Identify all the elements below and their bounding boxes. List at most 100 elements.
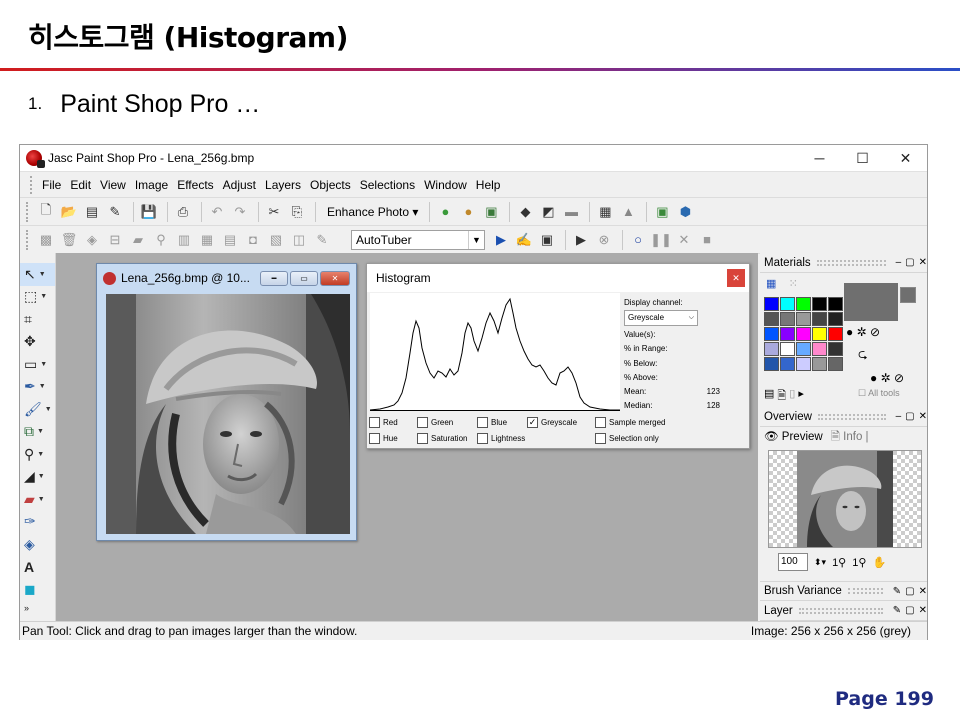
lighten-tool[interactable]: ◢ ▼	[20, 466, 55, 489]
frame-icon[interactable]: ▤	[220, 230, 240, 250]
close-button[interactable]: ✕	[884, 150, 927, 167]
lena-image[interactable]	[106, 294, 350, 534]
close-icon[interactable]: ✕	[919, 411, 927, 422]
image-window[interactable]: Lena_256g.bmp @ 10... ━ ▭ ✕	[96, 263, 357, 541]
group-icon[interactable]: ◈	[82, 230, 102, 250]
tab-info[interactable]: 🗎 Info |	[831, 429, 869, 448]
record-icon[interactable]: ○	[628, 230, 648, 250]
blue-checkbox[interactable]: Blue	[477, 416, 527, 428]
foreground-color[interactable]	[844, 283, 898, 321]
script-mode-icon[interactable]: ▣	[537, 230, 557, 250]
photo-fix-icon[interactable]: ▣	[481, 202, 501, 222]
shape-tool[interactable]: ◼	[20, 578, 55, 601]
run-script-icon[interactable]: ▶	[491, 230, 511, 250]
menu-file[interactable]: File	[42, 178, 61, 192]
menu-help[interactable]: Help	[476, 178, 501, 192]
script-select[interactable]: AutoTuber ▼	[351, 229, 485, 250]
histogram-titlebar[interactable]: Histogram ✕	[367, 264, 749, 292]
mask-icon[interactable]: ◘	[243, 230, 263, 250]
move-tool[interactable]: ✥	[20, 331, 55, 354]
triangle-icon[interactable]: ▲	[618, 202, 638, 222]
rect-select-tool[interactable]: ▭ ▼	[20, 353, 55, 376]
stop-x-icon[interactable]: ✕	[674, 230, 694, 250]
green-checkbox[interactable]: Green	[417, 416, 477, 428]
open-folder-icon[interactable]: 📂	[59, 202, 79, 222]
swatches-tab-icon[interactable]: ⁙	[789, 278, 798, 290]
browse-icon[interactable]: ▤	[82, 202, 102, 222]
sample-merged-checkbox[interactable]: Sample merged	[595, 416, 665, 428]
page-icon[interactable]: 🗎	[777, 387, 786, 406]
tools-grip[interactable]	[20, 253, 55, 263]
arrow-right-icon[interactable]: ▸	[798, 387, 804, 406]
dropper-tool[interactable]: ✒ ▼	[20, 376, 55, 399]
overview-preview[interactable]	[768, 450, 922, 548]
text-tool[interactable]: A	[20, 556, 55, 579]
histogram-icon[interactable]: ▦	[595, 202, 615, 222]
pattern-icon[interactable]: ✲	[881, 371, 891, 385]
pin-icon[interactable]: ✎	[893, 586, 901, 597]
menu-image[interactable]: Image	[135, 178, 168, 192]
pattern-icon[interactable]: ✲	[857, 325, 867, 339]
menu-effects[interactable]: Effects	[177, 178, 213, 192]
trash-icon[interactable]: ▯	[789, 387, 795, 406]
background-color[interactable]	[900, 287, 916, 303]
image-window-titlebar[interactable]: Lena_256g.bmp @ 10... ━ ▭ ✕	[97, 264, 356, 292]
minimize-button[interactable]: ─	[798, 150, 841, 167]
close-icon[interactable]: ✕	[919, 586, 927, 597]
merge-icon[interactable]: ⊟	[105, 230, 125, 250]
zoom-out-icon[interactable]: 1⚲	[832, 556, 846, 569]
clone-tool[interactable]: ⧉ ▼	[20, 421, 55, 444]
saturation-checkbox[interactable]: Saturation	[417, 432, 477, 444]
close-icon[interactable]: ✕	[919, 257, 927, 268]
minimize-icon[interactable]: –	[896, 411, 902, 422]
layer-palette-header[interactable]: Layer ✎ ▢ ✕	[760, 601, 927, 621]
scanner-icon[interactable]: ✎	[105, 202, 125, 222]
none-icon[interactable]: ⊘	[894, 371, 904, 385]
color-swatches[interactable]	[764, 297, 843, 371]
close-icon[interactable]: ✕	[919, 605, 927, 616]
minimize-icon[interactable]: –	[896, 257, 902, 268]
none-icon[interactable]: ⊘	[870, 325, 880, 339]
red-checkbox[interactable]: Red	[369, 416, 417, 428]
pan-hand-icon[interactable]: ✋	[872, 556, 886, 569]
more-tools-button[interactable]: »	[20, 601, 55, 615]
save-icon[interactable]: 💾	[139, 202, 159, 222]
toolbar-grip[interactable]	[26, 229, 30, 250]
rainbow-tab-icon[interactable]: ▦	[766, 278, 776, 290]
grid-icon[interactable]: ▥	[174, 230, 194, 250]
restore-icon[interactable]: ▢	[905, 586, 914, 597]
adjust-icon[interactable]: ◫	[289, 230, 309, 250]
selection-tool[interactable]: ⬚ ▼	[20, 286, 55, 309]
new-file-icon[interactable]: 🗋	[36, 202, 56, 222]
edit-script-icon[interactable]: ✍	[514, 230, 534, 250]
solid-icon[interactable]: ●	[846, 325, 853, 339]
find-icon[interactable]: ⚲	[151, 230, 171, 250]
layer-icon[interactable]: ◆	[515, 202, 535, 222]
delete-icon[interactable]: 🗑	[59, 230, 79, 250]
image-icon[interactable]: ▣	[652, 202, 672, 222]
open-icon[interactable]: ▰	[128, 230, 148, 250]
pin-icon[interactable]: ✎	[893, 605, 901, 616]
cube-icon[interactable]: ⬢	[675, 202, 695, 222]
menu-layers[interactable]: Layers	[265, 178, 301, 192]
lightness-checkbox[interactable]: Lightness	[477, 432, 595, 444]
all-tools-checkbox[interactable]: ☐ All tools	[858, 388, 900, 399]
enhance-photo-button[interactable]: Enhance Photo ▾	[321, 205, 424, 219]
greyscale-checkbox[interactable]: ✓ Greyscale	[527, 416, 595, 428]
brush-variance-palette-header[interactable]: Brush Variance ✎ ▢ ✕	[760, 581, 927, 601]
restore-icon[interactable]: ▢	[905, 411, 914, 422]
undo-icon[interactable]: ↶	[207, 202, 227, 222]
toolbar-grip[interactable]	[26, 201, 30, 222]
menu-adjust[interactable]: Adjust	[223, 178, 256, 192]
brush-tool[interactable]: 🖌 ▼	[20, 398, 55, 421]
image-restore-button[interactable]: ▭	[290, 270, 318, 286]
cut-icon[interactable]: ✂	[264, 202, 284, 222]
zoom-input[interactable]: 100	[778, 553, 808, 571]
restore-icon[interactable]: ▢	[905, 257, 914, 268]
zoom-tool[interactable]: ⚲ ▼	[20, 443, 55, 466]
cancel-icon[interactable]: ⊗	[594, 230, 614, 250]
monitor-icon[interactable]: ▬	[561, 202, 581, 222]
swap-colors-icon[interactable]: ⮎	[858, 345, 868, 366]
layer-new-icon[interactable]: ▩	[36, 230, 56, 250]
pan-tool[interactable]: ↖ ▼	[20, 263, 55, 286]
